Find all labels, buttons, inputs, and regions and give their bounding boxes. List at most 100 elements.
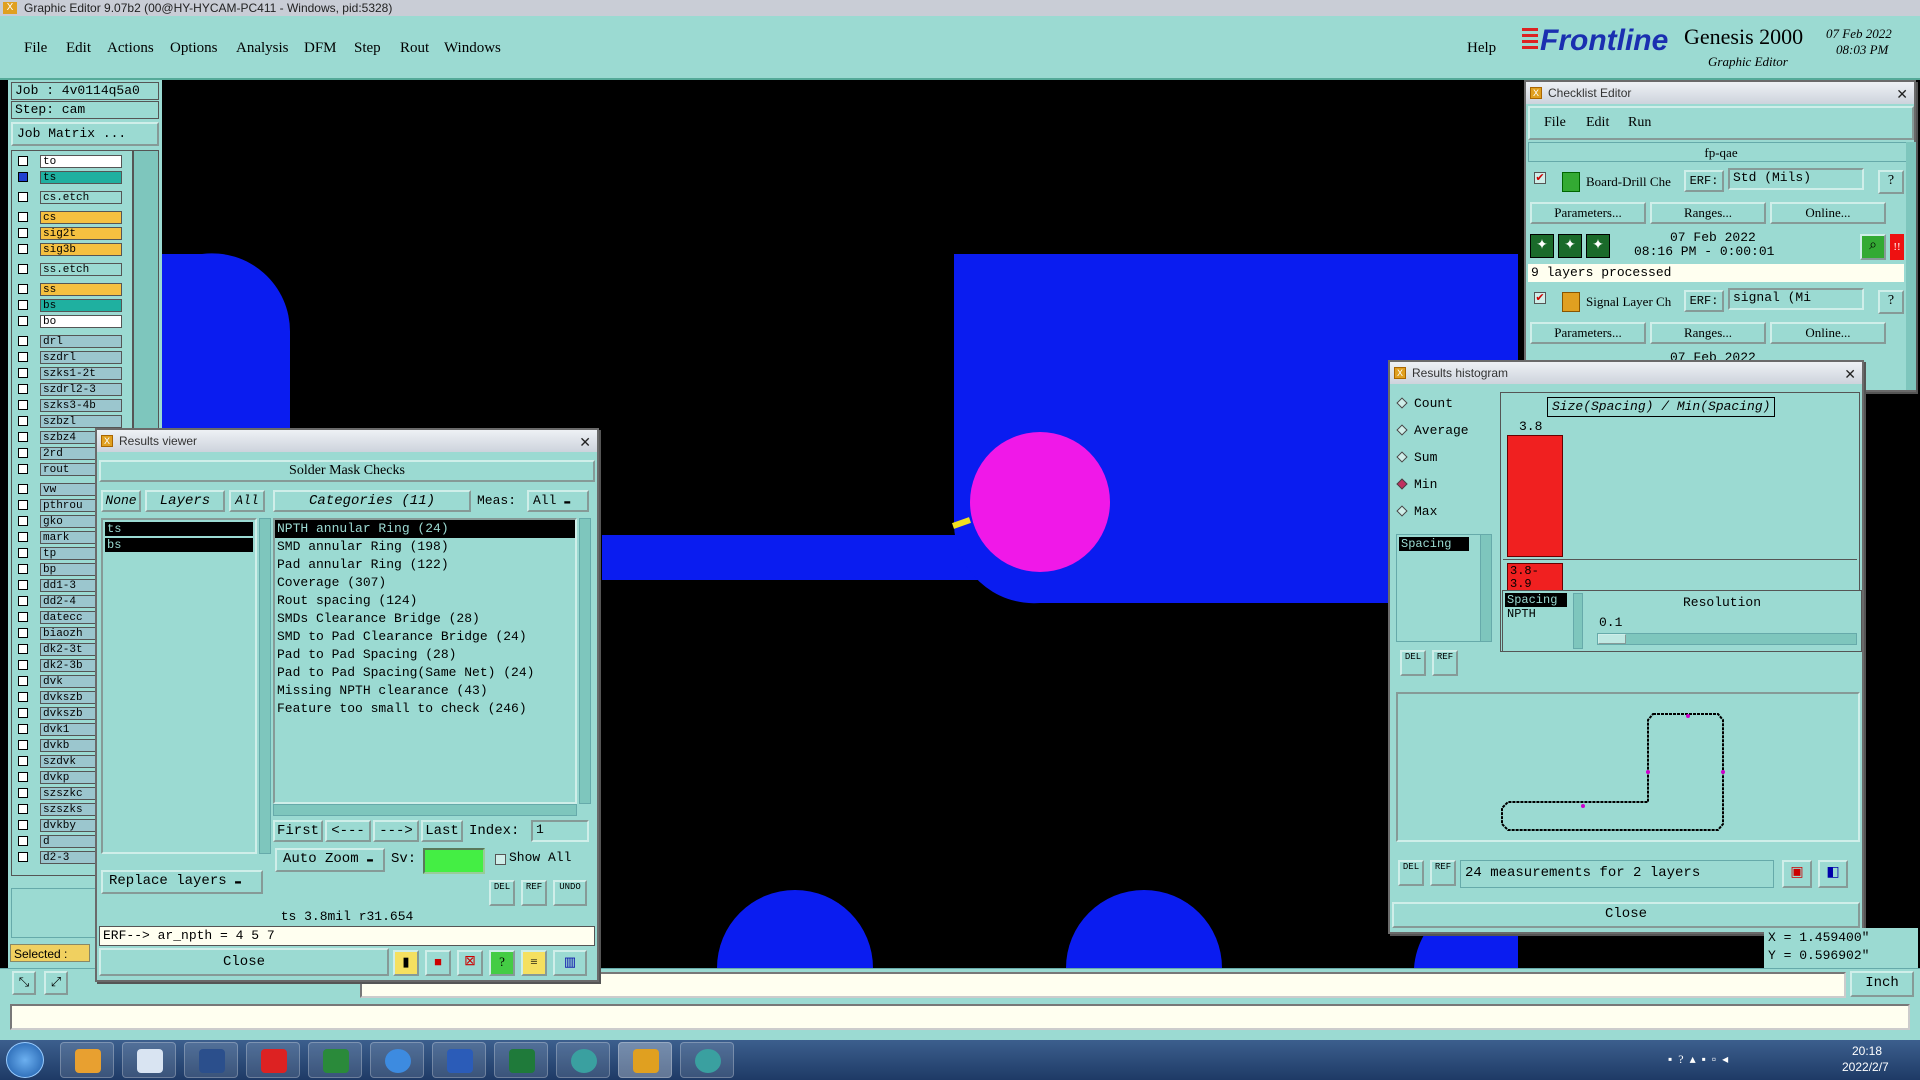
measure-list[interactable]: Spacing NPTH	[1505, 593, 1571, 649]
histogram-close-button[interactable]: Close	[1392, 902, 1860, 928]
zoom-icon[interactable]: ⌕	[1860, 234, 1886, 260]
layer-checkbox[interactable]	[18, 772, 28, 782]
menu-edit[interactable]: Edit	[66, 40, 91, 57]
measure-list-scrollbar[interactable]	[1573, 593, 1583, 649]
measure-list-item[interactable]: NPTH	[1505, 607, 1571, 621]
checklist-scrollbar[interactable]	[1906, 142, 1916, 390]
layer-checkbox[interactable]	[18, 484, 28, 494]
preview-ref-button[interactable]: REF	[1430, 860, 1456, 886]
layer-checkbox[interactable]	[18, 516, 28, 526]
item1-erf-button[interactable]: ERF:	[1684, 170, 1724, 192]
window-icon[interactable]: ◧	[1818, 860, 1848, 888]
results-viewer-close-button[interactable]: Close	[99, 948, 389, 976]
taskbar-app[interactable]	[556, 1042, 610, 1078]
categories-tab[interactable]: Categories (11)	[273, 490, 471, 512]
taskbar-app[interactable]	[122, 1042, 176, 1078]
category-item[interactable]: Pad to Pad Spacing(Same Net) (24)	[275, 664, 575, 682]
categories-list[interactable]: NPTH annular Ring (24) SMD annular Ring (…	[273, 518, 577, 804]
board-preview[interactable]	[1396, 692, 1860, 842]
menu-help[interactable]: Help	[1467, 40, 1496, 57]
select-all-button[interactable]: All	[229, 490, 265, 512]
layer-checkbox[interactable]	[18, 212, 28, 222]
histogram-bar[interactable]	[1507, 435, 1563, 557]
histogram-list[interactable]: Spacing	[1396, 534, 1492, 642]
layer-checkbox[interactable]	[18, 228, 28, 238]
layer-row[interactable]: sig2t	[40, 227, 122, 240]
layer-checkbox[interactable]	[18, 432, 28, 442]
ref-button[interactable]: REF	[521, 880, 547, 906]
layer-checkbox[interactable]	[18, 804, 28, 814]
select-none-button[interactable]: None	[101, 490, 141, 512]
category-item[interactable]: Coverage (307)	[275, 574, 575, 592]
layer-checkbox[interactable]	[18, 740, 28, 750]
layer-list-item[interactable]: bs	[105, 538, 253, 552]
run-icon[interactable]: ✦	[1558, 234, 1582, 258]
layer-checkbox[interactable]	[18, 336, 28, 346]
layer-checkbox[interactable]	[18, 448, 28, 458]
layer-checkbox[interactable]	[18, 156, 28, 166]
sv-color-dropdown[interactable]	[423, 848, 485, 874]
layer-checkbox[interactable]	[18, 836, 28, 846]
menu-file[interactable]: File	[24, 40, 47, 57]
category-item[interactable]: Pad annular Ring (122)	[275, 556, 575, 574]
auto-zoom-dropdown[interactable]: Auto Zoom ▬	[275, 848, 385, 872]
histogram-option-count[interactable]: Count	[1396, 396, 1453, 416]
layers-tab[interactable]: Layers	[145, 490, 225, 512]
layer-checkbox[interactable]	[18, 612, 28, 622]
menu-dfm[interactable]: DFM	[304, 40, 337, 57]
category-item[interactable]: Pad to Pad Spacing (28)	[275, 646, 575, 664]
item2-parameters-button[interactable]: Parameters...	[1530, 322, 1646, 344]
layer-row[interactable]: cs.etch	[40, 191, 122, 204]
close-icon[interactable]: ✕	[1896, 83, 1908, 105]
item2-checkbox[interactable]: ✔	[1534, 292, 1546, 304]
layer-row[interactable]: bs	[40, 299, 122, 312]
zoom-tool-icon[interactable]: ⤡	[12, 971, 36, 995]
menu-options[interactable]: Options	[170, 40, 218, 57]
item2-online-button[interactable]: Online...	[1770, 322, 1886, 344]
item1-checkbox[interactable]: ✔	[1534, 172, 1546, 184]
item2-erf-button[interactable]: ERF:	[1684, 290, 1724, 312]
layer-checkbox[interactable]	[18, 416, 28, 426]
undo-button[interactable]: UNDO	[553, 880, 587, 906]
hist-ref-button[interactable]: REF	[1432, 650, 1458, 676]
menu-actions[interactable]: Actions	[107, 40, 154, 57]
close-icon[interactable]: ✕	[579, 431, 591, 453]
menu-rout[interactable]: Rout	[400, 40, 429, 57]
item1-help-button[interactable]: ?	[1878, 170, 1904, 194]
prev-button[interactable]: <---	[325, 820, 371, 842]
item1-parameters-button[interactable]: Parameters...	[1530, 202, 1646, 224]
layer-checkbox[interactable]	[18, 368, 28, 378]
layer-checkbox[interactable]	[18, 400, 28, 410]
layer-row[interactable]: to	[40, 155, 122, 168]
layer-checkbox[interactable]	[18, 660, 28, 670]
taskbar-app[interactable]	[60, 1042, 114, 1078]
layer-checkbox[interactable]	[18, 192, 28, 202]
layer-checkbox[interactable]	[18, 580, 28, 590]
layer-checkbox[interactable]	[18, 316, 28, 326]
category-item[interactable]: Feature too small to check (246)	[275, 700, 575, 718]
categories-hscrollbar[interactable]	[273, 804, 577, 816]
mark-icon[interactable]: ■	[425, 950, 451, 976]
menu-analysis[interactable]: Analysis	[236, 40, 289, 57]
category-item[interactable]: SMDs Clearance Bridge (28)	[275, 610, 575, 628]
layer-row[interactable]: szks3-4b	[40, 399, 122, 412]
layer-row[interactable]: cs	[40, 211, 122, 224]
layer-checkbox[interactable]	[18, 548, 28, 558]
meas-dropdown[interactable]: All ▬	[527, 490, 589, 512]
index-input[interactable]: 1	[531, 820, 589, 842]
measure-tool-icon[interactable]: ⤢	[44, 971, 68, 995]
layer-checkbox[interactable]	[18, 596, 28, 606]
layer-list-vscrollbar[interactable]	[259, 518, 271, 854]
categories-vscrollbar[interactable]	[579, 518, 591, 804]
taskbar-app[interactable]	[308, 1042, 362, 1078]
next-button[interactable]: --->	[373, 820, 419, 842]
delete-result-icon[interactable]: ⊠	[457, 950, 483, 976]
measure-list-item[interactable]: Spacing	[1505, 593, 1567, 607]
close-icon[interactable]: ✕	[1844, 363, 1856, 385]
notes-icon[interactable]: ≡	[521, 950, 547, 976]
layer-checkbox[interactable]	[18, 300, 28, 310]
show-all-checkbox[interactable]	[495, 854, 506, 865]
layer-checkbox[interactable]	[18, 852, 28, 862]
item2-ranges-button[interactable]: Ranges...	[1650, 322, 1766, 344]
taskbar-app[interactable]	[184, 1042, 238, 1078]
